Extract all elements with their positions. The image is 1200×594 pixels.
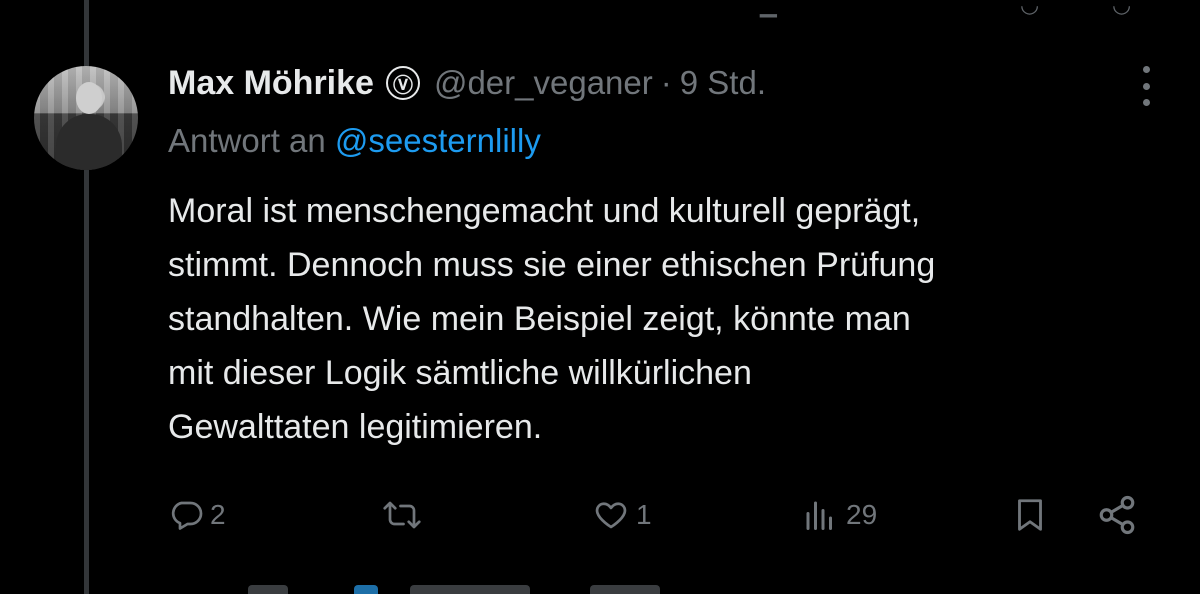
author-handle[interactable]: @der_veganer: [434, 64, 653, 102]
tweet-header: Max Möhrike Ⓥ @der_veganer · 9 Std.: [168, 62, 766, 104]
share-icon: [1099, 495, 1135, 535]
author-name[interactable]: Max Möhrike: [168, 64, 374, 103]
timestamp[interactable]: 9 Std.: [680, 64, 766, 102]
retweet-button[interactable]: [382, 493, 422, 537]
view-count: 29: [846, 499, 878, 530]
retweet-icon: [383, 501, 421, 529]
tweet-text-line: standhalten. Wie mein Beispiel zeigt, kö…: [168, 300, 911, 338]
avatar-head: [76, 82, 102, 114]
more-icon-dot: [1142, 82, 1150, 90]
more-options-button[interactable]: [1134, 66, 1158, 106]
more-icon-dot: [1142, 66, 1150, 73]
heart-icon: [595, 502, 627, 529]
like-count: 1: [636, 499, 652, 530]
reply-button[interactable]: 2: [168, 493, 226, 537]
tweet-text-line: Gewalttaten legitimieren.: [168, 408, 543, 446]
verified-badge-icon: Ⓥ: [385, 66, 420, 100]
previous-share-icon-edge: ◡: [1112, 0, 1132, 17]
reply-context: Antwort an @seesternlilly: [168, 122, 541, 160]
tweet-text-line: Moral ist menschengemacht und kulturell …: [168, 192, 921, 230]
bookmark-button[interactable]: [1012, 493, 1048, 537]
bookmark-icon: [1018, 499, 1042, 531]
more-icon-dot: [1142, 99, 1150, 106]
like-button[interactable]: 1: [592, 493, 652, 537]
avatar[interactable]: [34, 66, 138, 170]
previous-bookmark-icon-edge: ◡: [1020, 0, 1040, 17]
previous-tweet-actions-edge: ▔ ▁ ◡ ◡: [0, 0, 1200, 17]
next-tweet-text-edge: [590, 585, 660, 594]
views-button[interactable]: 29: [800, 493, 877, 537]
tweet-text-line: mit dieser Logik sämtliche willkürlichen: [168, 354, 752, 392]
next-tweet-text-edge: [410, 585, 530, 594]
tweet-text-line: stimmt. Dennoch muss sie einer ethischen…: [168, 246, 936, 284]
avatar-body: [56, 114, 122, 170]
next-tweet-edge: [120, 585, 820, 594]
reply-mention-link[interactable]: @seesternlilly: [335, 122, 541, 159]
action-bar: 2 1 29: [168, 493, 1158, 537]
share-button[interactable]: [1096, 493, 1138, 537]
previous-views-icon-edge: ▁: [760, 0, 777, 17]
separator-dot: ·: [660, 64, 672, 101]
reply-icon: [171, 501, 203, 530]
reply-prefix: Antwort an: [168, 122, 326, 159]
previous-retweet-icon-edge: ▔: [418, 0, 435, 17]
next-tweet-text-edge: [248, 585, 288, 594]
next-tweet-link-edge: [354, 585, 378, 594]
reply-count: 2: [210, 499, 226, 530]
views-icon: [806, 501, 832, 530]
tweet-text: Moral ist menschengemacht und kulturell …: [168, 184, 1178, 454]
